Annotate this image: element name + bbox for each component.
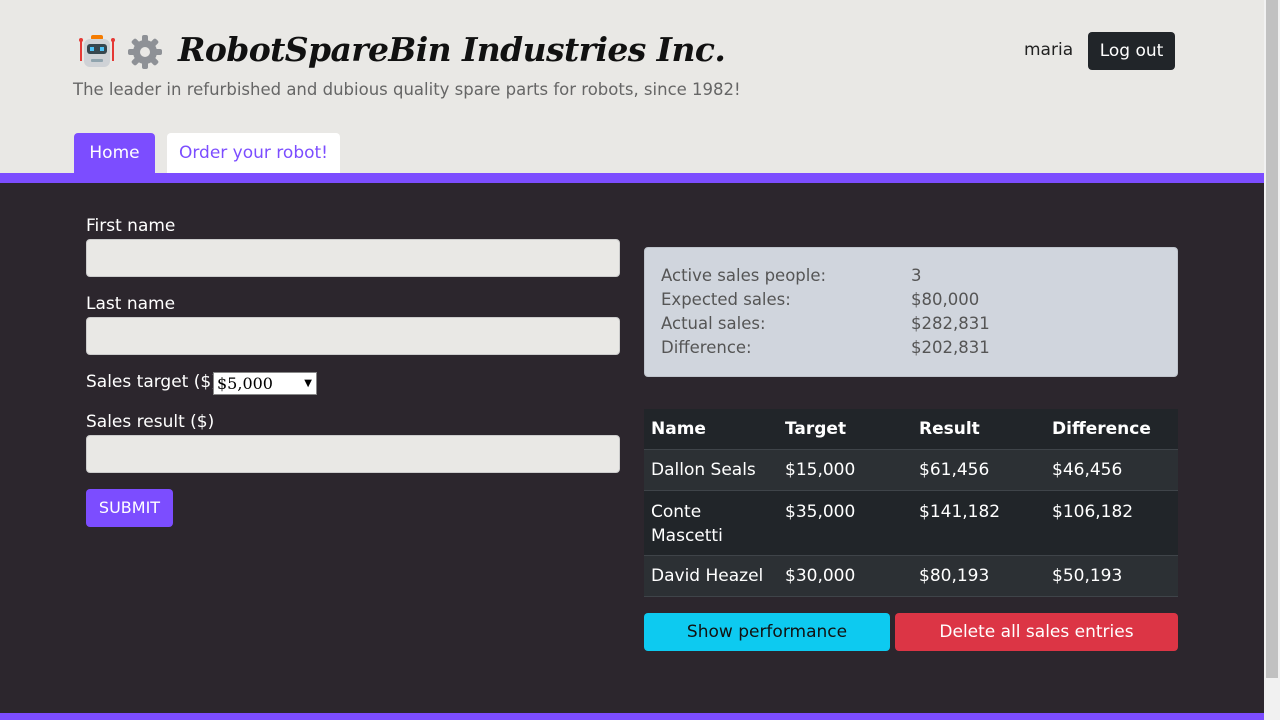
- sales-result-field[interactable]: [86, 435, 620, 473]
- first-name-field[interactable]: [86, 239, 620, 277]
- summary-value: $202,831: [911, 338, 990, 357]
- last-name-label: Last name: [86, 294, 176, 314]
- cell-result: $80,193: [919, 566, 990, 586]
- site-header: RobotSpareBin Industries Inc. The leader…: [0, 0, 1264, 173]
- cell-name: Dallon Seals: [651, 460, 756, 480]
- footer-divider: [0, 713, 1264, 720]
- sales-target-value: $5,000: [217, 374, 273, 393]
- sales-summary: Active sales people: 3 Expected sales: $…: [644, 247, 1178, 377]
- header-divider: [0, 173, 1264, 183]
- cell-difference: $46,456: [1052, 460, 1123, 480]
- delete-all-sales-button[interactable]: Delete all sales entries: [895, 613, 1178, 651]
- column-header: Target: [785, 419, 847, 439]
- username: maria: [1024, 40, 1074, 60]
- sales-target-label: Sales target ($): [86, 372, 218, 392]
- cell-result: $141,182: [919, 502, 1001, 522]
- cell-name: David Heazel: [651, 566, 764, 586]
- sales-table: Name Target Result Difference Dallon Sea…: [644, 409, 1178, 597]
- brand-title: RobotSpareBin Industries Inc.: [178, 30, 726, 69]
- cell-name: Conte Mascetti: [651, 502, 723, 546]
- table-row: Conte Mascetti $35,000 $141,182 $106,182: [644, 491, 1178, 556]
- tagline: The leader in refurbished and dubious qu…: [73, 80, 741, 99]
- cell-difference: $50,193: [1052, 566, 1123, 586]
- tab-order-robot[interactable]: Order your robot!: [167, 133, 340, 173]
- submit-button[interactable]: SUBMIT: [86, 489, 173, 527]
- logout-button[interactable]: Log out: [1088, 32, 1175, 70]
- column-header: Result: [919, 419, 980, 439]
- sales-result-label: Sales result ($): [86, 412, 215, 432]
- first-name-label: First name: [86, 216, 176, 236]
- cell-result: $61,456: [919, 460, 990, 480]
- column-header: Difference: [1052, 419, 1151, 439]
- summary-label: Expected sales:: [661, 290, 791, 309]
- summary-label: Active sales people:: [661, 266, 827, 285]
- summary-value: 3: [911, 266, 922, 285]
- cell-target: $35,000: [785, 502, 856, 522]
- column-header: Name: [651, 419, 706, 439]
- scrollbar-thumb[interactable]: [1266, 0, 1278, 678]
- summary-value: $282,831: [911, 314, 990, 333]
- cell-difference: $106,182: [1052, 502, 1134, 522]
- show-performance-button[interactable]: Show performance: [644, 613, 890, 651]
- table-header-row: Name Target Result Difference: [644, 409, 1178, 450]
- summary-value: $80,000: [911, 290, 980, 309]
- sales-target-select[interactable]: $5,000 ▼: [213, 372, 317, 395]
- gear-icon: [126, 33, 164, 71]
- cell-target: $30,000: [785, 566, 856, 586]
- cell-target: $15,000: [785, 460, 856, 480]
- logo: [78, 33, 164, 71]
- last-name-field[interactable]: [86, 317, 620, 355]
- chevron-down-icon: ▼: [304, 378, 312, 389]
- summary-label: Difference:: [661, 338, 752, 357]
- robot-icon: [78, 33, 116, 71]
- summary-label: Actual sales:: [661, 314, 766, 333]
- tab-home[interactable]: Home: [74, 133, 155, 173]
- table-row: Dallon Seals $15,000 $61,456 $46,456: [644, 450, 1178, 491]
- table-row: David Heazel $30,000 $80,193 $50,193: [644, 556, 1178, 597]
